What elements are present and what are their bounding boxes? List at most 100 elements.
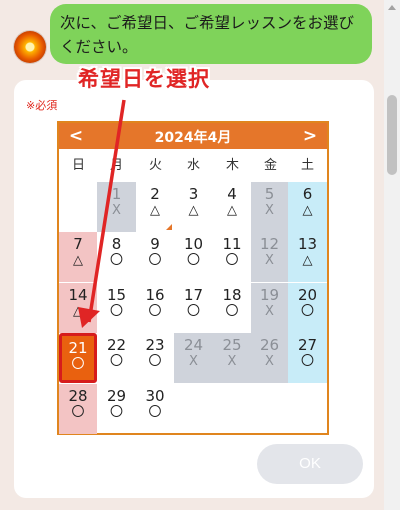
- calendar-day[interactable]: 11 〇: [213, 232, 251, 282]
- calendar-day[interactable]: 29 〇: [97, 384, 136, 434]
- availability-mark: 〇: [109, 404, 123, 420]
- day-number: 15: [106, 285, 127, 304]
- bot-avatar: [14, 31, 46, 63]
- day-number: 3: [188, 185, 199, 203]
- availability-mark: X: [227, 354, 237, 370]
- calendar-day[interactable]: 6 △: [288, 182, 327, 232]
- availability-mark: △: [227, 203, 237, 218]
- availability-mark: 〇: [71, 404, 85, 420]
- calendar-day[interactable]: 14 △: [59, 282, 97, 333]
- required-label: ※必須: [26, 99, 58, 112]
- calendar-day[interactable]: 16 〇: [136, 283, 174, 333]
- calendar-grid: 1 X 2 △ 3 △ 4 △ 5 X 6 △ 7 △ 8 〇 9 〇 10 〇 11 〇 12 X 13 △ 14 △ 15 〇 16 〇 1…: [59, 182, 327, 434]
- calendar-day[interactable]: 10 〇: [174, 232, 213, 282]
- day-number: 6: [302, 185, 313, 203]
- day-number: 13: [297, 235, 318, 254]
- weekday-fri: 金: [263, 158, 277, 173]
- day-number: 8: [111, 235, 122, 254]
- availability-mark: 〇: [148, 404, 162, 420]
- availability-mark: 〇: [186, 303, 200, 319]
- scroll-up-arrow-icon[interactable]: [384, 0, 400, 16]
- day-number: 28: [68, 386, 88, 405]
- availability-mark: X: [265, 203, 274, 218]
- day-number: 12: [259, 235, 280, 254]
- bot-message-bubble: 次に、ご希望日、ご希望レッスンをお選びください。: [50, 4, 372, 64]
- calendar-day[interactable]: 3 △: [174, 182, 213, 232]
- day-number: 11: [222, 235, 242, 254]
- day-number: 17: [183, 285, 204, 304]
- calendar-day[interactable]: 27 〇: [288, 333, 327, 384]
- calendar-day[interactable]: 8〇: [97, 232, 136, 282]
- weekday-sun: 日: [71, 158, 85, 173]
- day-number: 14: [68, 285, 88, 304]
- availability-mark: △: [188, 203, 199, 218]
- calendar-day[interactable]: 23 〇: [136, 333, 174, 383]
- calendar-day: 19 X: [251, 282, 288, 333]
- availability-mark: 〇: [186, 253, 200, 269]
- weekday-thu: 木: [225, 158, 239, 173]
- day-number: 20: [297, 285, 318, 304]
- availability-mark: 〇: [109, 253, 123, 269]
- day-number: 2: [150, 185, 160, 203]
- availability-mark: △: [302, 203, 313, 218]
- calendar-day[interactable]: 7 △: [59, 232, 97, 283]
- availability-mark: X: [112, 203, 121, 218]
- availability-mark: △: [302, 253, 313, 269]
- calendar-day-selected[interactable]: 21 〇: [59, 333, 97, 384]
- calendar-day[interactable]: 20 〇: [288, 282, 327, 333]
- availability-mark: 〇: [71, 357, 85, 373]
- calendar-day[interactable]: 13 △: [288, 232, 327, 283]
- calendar-day[interactable]: 4 △: [213, 182, 251, 232]
- day-number: 19: [259, 285, 280, 304]
- day-number: 1: [111, 185, 122, 203]
- availability-mark: X: [265, 303, 274, 319]
- calendar-header: < 2024年4月 >: [59, 123, 327, 149]
- day-number: 5: [264, 185, 275, 203]
- availability-mark: 〇: [109, 354, 123, 370]
- day-number: 16: [145, 285, 165, 304]
- availability-mark: 〇: [109, 303, 123, 319]
- day-number: 23: [145, 336, 165, 355]
- day-number: 24: [183, 336, 204, 355]
- calendar-day[interactable]: 30 〇: [136, 384, 174, 434]
- availability-mark: X: [265, 253, 274, 269]
- calendar-day: 26 X: [251, 333, 288, 384]
- availability-mark: 〇: [225, 253, 239, 269]
- annotation-label: 希望日を選択: [78, 67, 210, 91]
- availability-mark: 〇: [225, 303, 239, 319]
- calendar-day: 25 X: [213, 333, 251, 384]
- weekday-tue: 火: [148, 158, 162, 173]
- calendar-day[interactable]: 28 〇: [59, 383, 97, 434]
- calendar-day[interactable]: 18 〇: [213, 283, 251, 333]
- availability-mark: 〇: [148, 354, 162, 370]
- calendar-day[interactable]: 2 △: [136, 182, 174, 232]
- next-month-button[interactable]: >: [297, 125, 323, 147]
- day-number: 4: [227, 185, 237, 203]
- weekday-sat: 土: [300, 158, 314, 173]
- calendar-day: 1X: [97, 182, 136, 232]
- availability-mark: 〇: [300, 303, 314, 319]
- scrollbar[interactable]: [384, 0, 400, 510]
- day-number: 26: [259, 336, 280, 355]
- calendar-day: 24 X: [174, 333, 213, 384]
- day-number: 22: [106, 336, 127, 355]
- day-number: 10: [183, 235, 204, 254]
- calendar-day[interactable]: 15 〇: [97, 283, 136, 333]
- weekday-wed: 水: [186, 158, 200, 173]
- day-number: 21: [68, 339, 88, 358]
- availability-mark: 〇: [300, 354, 314, 370]
- day-number: 9: [150, 235, 160, 254]
- availability-mark: △: [73, 253, 83, 269]
- calendar-day[interactable]: 17 〇: [174, 283, 213, 333]
- calendar-day[interactable]: 22 〇: [97, 333, 136, 383]
- availability-mark: △: [73, 303, 83, 319]
- availability-mark: 〇: [148, 303, 162, 319]
- scroll-thumb[interactable]: [387, 95, 397, 175]
- calendar-title: 2024年4月: [154, 130, 232, 146]
- day-number: 25: [222, 336, 242, 355]
- calendar-day[interactable]: 9〇: [136, 232, 174, 282]
- ok-button[interactable]: OK: [257, 444, 363, 484]
- day-number: 29: [106, 386, 127, 405]
- day-number: 7: [73, 235, 83, 254]
- availability-mark: X: [265, 354, 274, 370]
